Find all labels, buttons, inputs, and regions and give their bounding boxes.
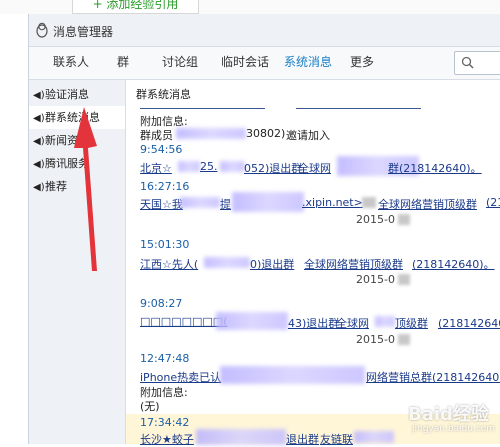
redacted-text [216,312,288,330]
group-link[interactable]: 全球网 [298,160,331,176]
date-separator: 2015-0 [356,333,395,346]
group-id: (218142640)。 [438,317,500,330]
action-text: 43)退出群 [288,317,340,330]
sidebar-item-recommend[interactable]: ◀)推荐 [29,175,125,198]
redacted-text [196,429,286,445]
sidebar: ◀)验证消息 ◀)群系统消息 ◀)新闻资讯 ◀)腾讯服务 ◀)推荐 [29,80,126,444]
member-id: 25. [200,160,218,173]
tab-temp-chat[interactable]: 临时会话 [221,47,269,77]
group-link[interactable]: 全球网络营销顶级群 [378,196,477,212]
member-label: 群成员 [140,129,173,142]
action-text: 退出群 [286,433,319,446]
group-id: (218142640)。 [432,371,500,384]
date-separator: 2015-0 [356,273,395,286]
top-tabs: 联系人 群 讨论组 临时会话 系统消息 更多 [29,47,500,80]
member-link[interactable]: iPhone热卖已认 [140,369,221,385]
sidebar-item-label: 群系统消息 [45,111,100,124]
action-text: 0)退出群 [250,258,295,271]
group-link[interactable]: 全球网 [336,315,369,331]
qq-penguin-icon [36,22,48,38]
group-id: (21 [486,196,500,209]
action-text: .xipin.net> [302,196,363,209]
redacted-text [220,161,245,172]
sidebar-item-label: 腾讯服务 [45,157,89,170]
title-bar: 消息管理器 [29,14,500,47]
sidebar-item-verify[interactable]: ◀)验证消息 [29,83,125,106]
date-separator: 2015-0 [356,213,395,226]
sidebar-item-label: 推荐 [45,180,67,193]
group-link[interactable]: 顶级群 [395,315,428,331]
divider [296,108,421,109]
watermark-url: jingyan.baidu.com [412,424,496,434]
redacted-text [180,197,220,208]
redacted-text [232,192,304,212]
message-manager-window: 消息管理器 联系人 群 讨论组 临时会话 系统消息 更多 ◀)验证消息 ◀)群系… [28,14,500,447]
search-input[interactable] [454,51,500,75]
group-link[interactable]: 友链联 [320,431,353,447]
add-reference-link[interactable]: + 添加经验引用 [72,0,199,14]
message-list: 群系统消息 附加信息: 群成员 30802) 邀请加入 9:54:56 北京☆ … [126,80,500,447]
tab-discussion[interactable]: 讨论组 [162,47,198,77]
member-link[interactable]: 北京☆ [140,160,172,176]
speaker-icon: ◀) [33,182,45,193]
message-row[interactable]: □□□□□□□□( 43)退出群 全球网 顶级群 (218142640)。 [140,312,500,331]
speaker-icon: ◀) [33,159,45,170]
member-link[interactable]: 长沙★蛟子 [140,431,194,447]
speaker-icon: ◀) [33,136,45,147]
tab-more[interactable]: 更多 [350,47,374,77]
redacted-text [178,161,200,172]
group-link[interactable]: 网络营销总群 [366,369,432,385]
redacted-text [375,316,395,327]
action-text: 052)退出群 [244,162,303,175]
message-row[interactable]: 天国☆我 提 .xipin.net> 全球网络营销顶级群 (21 [140,192,500,212]
sidebar-item-label: 验证消息 [45,88,89,101]
tab-system-messages[interactable]: 系统消息 [284,47,332,77]
redacted-text [362,197,376,208]
member-link[interactable]: □□□□□□□□( [140,315,227,328]
message-time: 9:54:56 [140,143,183,156]
tab-contacts[interactable]: 联系人 [53,47,89,77]
group-id: 群(218142640)。 [388,162,482,175]
group-link[interactable]: 全球网络营销顶级群 [304,256,403,272]
message-time: 12:47:48 [140,352,190,365]
speaker-icon: ◀) [33,90,45,101]
redacted-text [398,334,410,345]
sidebar-item-tencent[interactable]: ◀)腾讯服务 [29,152,125,175]
invite-action: 邀请加入 [286,129,330,142]
window-title: 消息管理器 [53,25,114,39]
sidebar-item-label: 新闻资讯 [45,134,89,147]
member-link[interactable]: 江西☆先人( [140,256,198,272]
sidebar-item-group-system[interactable]: ◀)群系统消息 [29,106,125,129]
message-row[interactable]: 江西☆先人( 0)退出群 全球网络营销顶级群 (218142640)。 [140,256,500,272]
member-id: 30802) [246,127,286,140]
speaker-icon: ◀) [33,113,45,124]
redacted-text [398,214,410,225]
extra-info-value: (无) [140,400,160,413]
sidebar-item-news[interactable]: ◀)新闻资讯 [29,129,125,152]
message-time: 15:01:30 [140,238,190,251]
message-time: 16:27:16 [140,180,190,193]
divider [140,108,265,109]
redacted-text [354,431,394,443]
member-link[interactable]: 天国☆我 [140,196,183,212]
section-title: 群系统消息 [136,88,191,101]
message-row[interactable]: iPhone热卖已认 网络营销总群 (218142640)。 [140,366,500,385]
message-time: 9:08:27 [140,297,183,310]
redacted-text [220,366,365,384]
member-id: 提 [220,198,231,211]
watermark-logo: Baid经验 [408,404,489,425]
redacted-text [204,257,250,268]
redacted-text [176,128,246,139]
redacted-text [398,274,410,285]
message-row[interactable]: 北京☆ 25. 052)退出群 全球网 群(218142640)。 [140,156,500,176]
group-id: (218142640)。 [412,258,495,271]
search-icon [461,56,474,69]
message-time: 17:34:42 [140,416,190,429]
tab-groups[interactable]: 群 [117,47,129,77]
